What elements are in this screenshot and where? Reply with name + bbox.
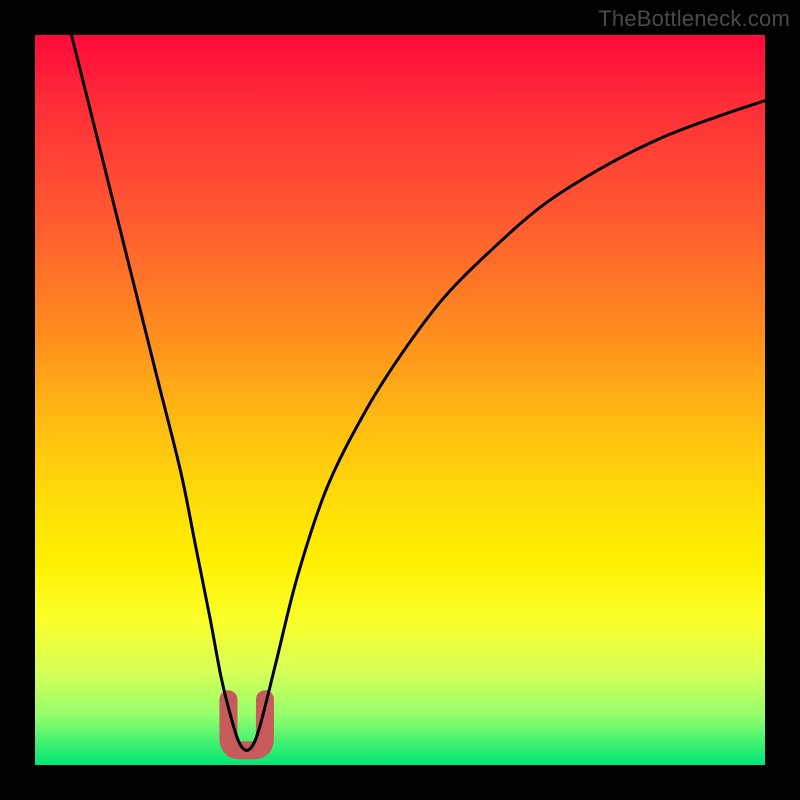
curve-svg — [35, 35, 765, 765]
watermark-text: TheBottleneck.com — [598, 6, 790, 32]
chart-frame: TheBottleneck.com — [0, 0, 800, 800]
plot-area — [35, 35, 765, 765]
bottleneck-curve — [72, 35, 766, 750]
